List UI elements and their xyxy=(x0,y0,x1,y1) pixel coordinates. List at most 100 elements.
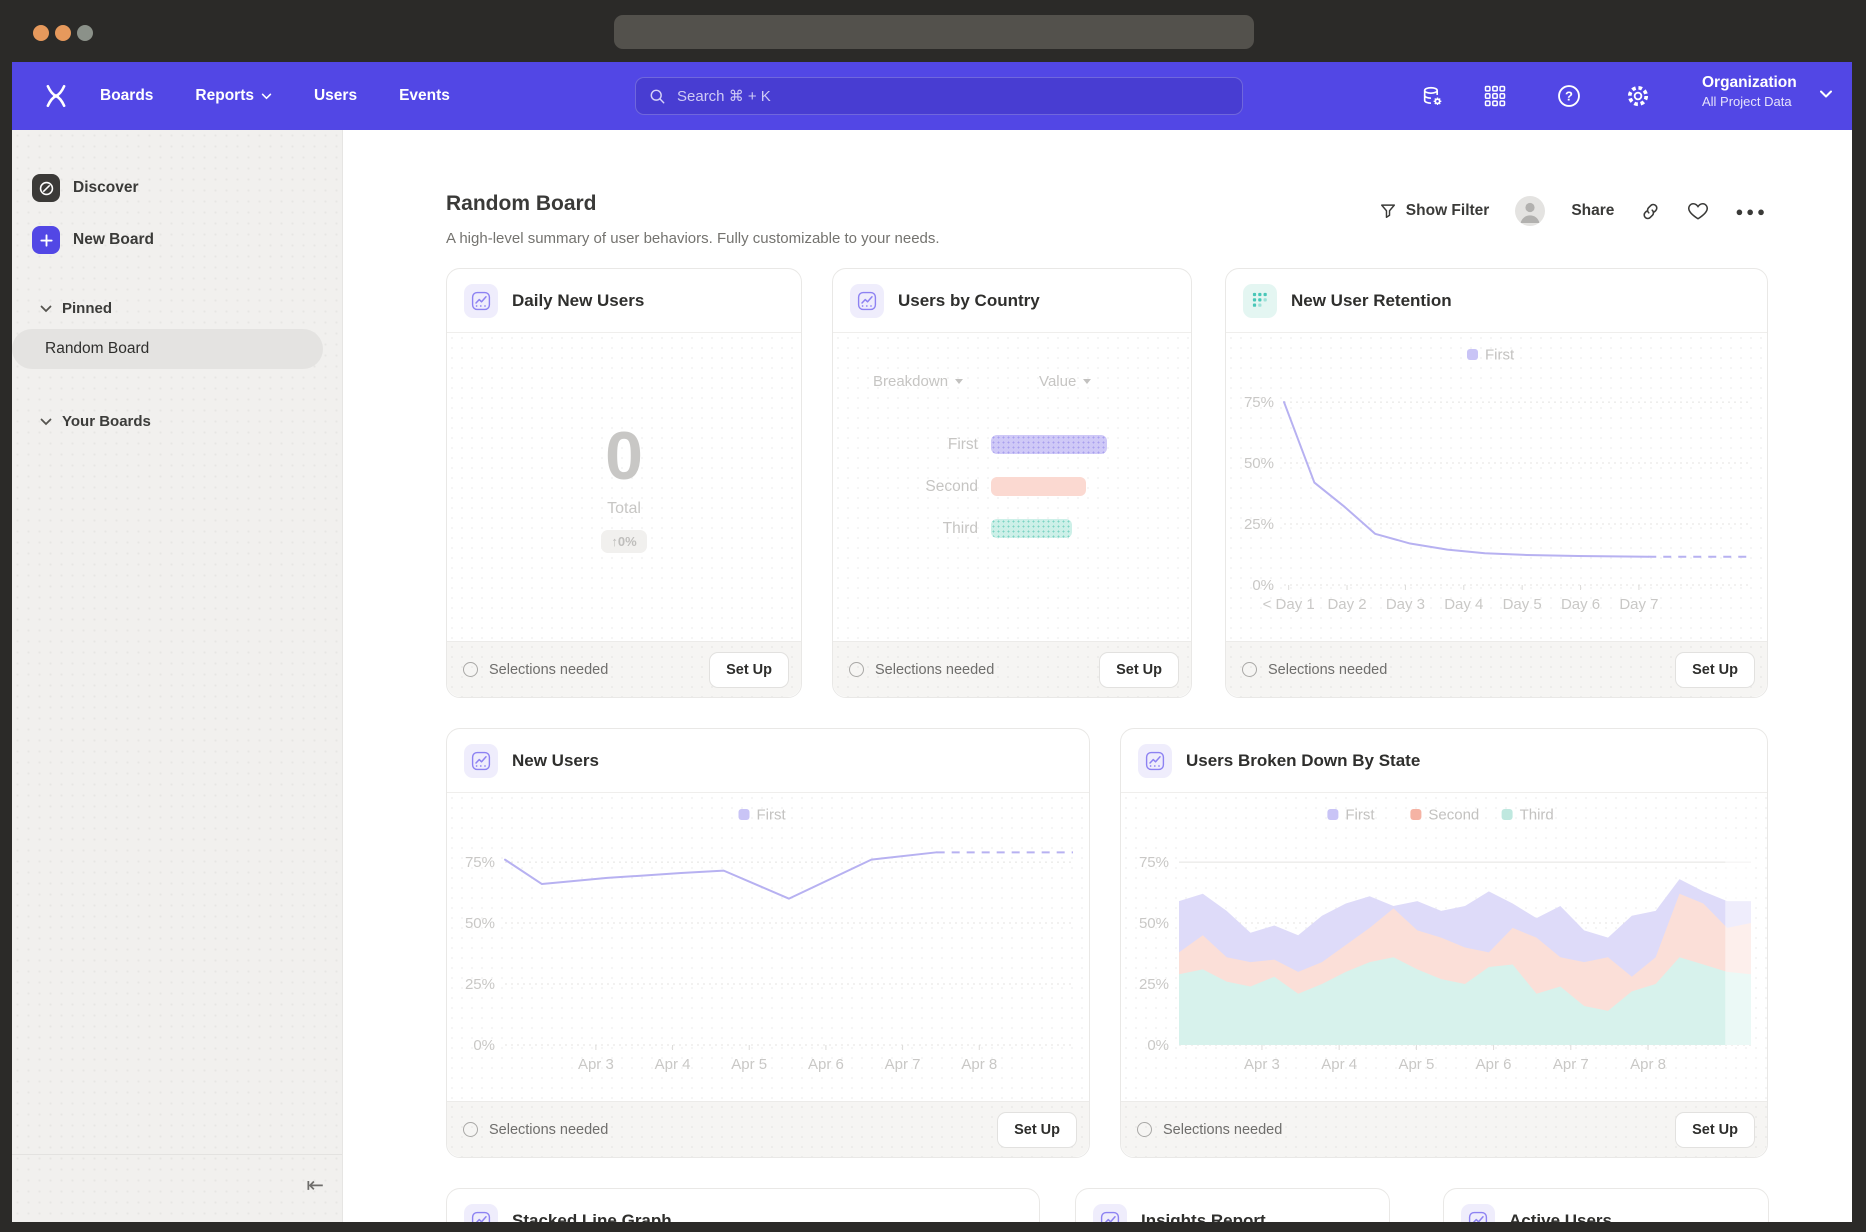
traffic-light-close-button[interactable] xyxy=(33,25,49,41)
titlebar xyxy=(0,0,1866,62)
card-title: New User Retention xyxy=(1291,291,1452,311)
svg-text:Apr 5: Apr 5 xyxy=(1398,1056,1434,1073)
nav-item-boards[interactable]: Boards xyxy=(100,87,153,105)
insights-chart-icon xyxy=(1093,1204,1127,1222)
svg-text:50%: 50% xyxy=(1244,455,1274,472)
search-icon xyxy=(649,88,666,105)
chevron-down-icon xyxy=(261,93,272,100)
chevron-down-icon xyxy=(40,418,52,426)
status-text: Selections needed xyxy=(489,1122,986,1138)
sidebar-section-pinned[interactable]: Pinned xyxy=(40,300,112,317)
card-title: Users Broken Down By State xyxy=(1186,751,1420,771)
card-title: Users by Country xyxy=(898,291,1040,311)
show-filter-button[interactable]: Show Filter xyxy=(1379,202,1490,220)
card-insights-report: Insights Report xyxy=(1075,1188,1390,1222)
traffic-light-zoom-button[interactable] xyxy=(77,25,93,41)
copy-link-icon[interactable] xyxy=(1640,201,1661,222)
card-title: Daily New Users xyxy=(512,291,644,311)
card-title: Active Users xyxy=(1509,1211,1612,1222)
search-input[interactable] xyxy=(675,87,1229,106)
discover-icon xyxy=(32,174,60,202)
status-circle-icon xyxy=(849,662,864,677)
search-box[interactable] xyxy=(635,77,1243,115)
svg-text:25%: 25% xyxy=(465,976,495,993)
set-up-button[interactable]: Set Up xyxy=(1675,652,1755,688)
data-management-icon[interactable] xyxy=(1419,83,1445,109)
nav-item-events[interactable]: Events xyxy=(399,87,450,105)
sidebar-item-discover[interactable]: Discover xyxy=(32,174,138,202)
board-controls: Show Filter Share ●●● xyxy=(1379,196,1768,226)
set-up-button[interactable]: Set Up xyxy=(1675,1112,1755,1148)
set-up-button[interactable]: Set Up xyxy=(997,1112,1077,1148)
card-body: 0%25%50%75%Apr 3Apr 4Apr 5Apr 6Apr 7Apr … xyxy=(447,793,1089,1101)
card-new-users: New Users 0%25%50%75%Apr 3Apr 4Apr 5Apr … xyxy=(446,728,1090,1158)
status-circle-icon xyxy=(1242,662,1257,677)
caret-down-icon xyxy=(1083,379,1091,384)
metric-label: Total xyxy=(607,500,641,518)
card-body: 0%25%50%75%< Day 1Day 2Day 3Day 4Day 5Da… xyxy=(1226,333,1767,641)
url-bar[interactable] xyxy=(614,15,1254,49)
svg-text:First: First xyxy=(1485,347,1515,364)
more-options-icon[interactable]: ●●● xyxy=(1735,204,1768,219)
svg-text:< Day 1: < Day 1 xyxy=(1263,596,1315,613)
traffic-light-minimize-button[interactable] xyxy=(55,25,71,41)
bar-row: Second xyxy=(833,477,1191,496)
nav-item-reports[interactable]: Reports xyxy=(195,87,272,105)
collapse-sidebar-icon[interactable]: ⇤ xyxy=(306,1175,324,1196)
top-nav: Boards Reports Users Events xyxy=(12,62,1852,130)
svg-text:Apr 7: Apr 7 xyxy=(1553,1056,1589,1073)
breakdown-dropdown[interactable]: Breakdown xyxy=(873,373,963,390)
svg-text:Apr 4: Apr 4 xyxy=(1321,1056,1357,1073)
value-dropdown[interactable]: Value xyxy=(1039,373,1091,390)
window-frame: Boards Reports Users Events xyxy=(0,0,1866,1232)
share-button[interactable]: Share xyxy=(1571,202,1614,220)
status-text: Selections needed xyxy=(1268,662,1664,678)
org-switcher[interactable]: Organization All Project Data xyxy=(1702,73,1797,110)
filter-funnel-icon xyxy=(1379,202,1397,220)
svg-text:Apr 7: Apr 7 xyxy=(885,1056,921,1073)
card-active-users: Active Users xyxy=(1443,1188,1769,1222)
svg-text:25%: 25% xyxy=(1139,976,1169,993)
sidebar: Discover New Board Pinned Random Board Y… xyxy=(12,130,343,1222)
card-footer: Selections needed Set Up xyxy=(1226,641,1767,697)
sidebar-section-your-boards[interactable]: Your Boards xyxy=(40,413,151,430)
svg-text:Day 5: Day 5 xyxy=(1503,596,1542,613)
sidebar-item-new-board[interactable]: New Board xyxy=(32,226,154,254)
status-text: Selections needed xyxy=(489,662,698,678)
svg-text:Apr 3: Apr 3 xyxy=(578,1056,614,1073)
favorite-heart-icon[interactable] xyxy=(1687,201,1709,221)
card-title: Insights Report xyxy=(1141,1211,1266,1222)
stacked-area-chart: 0%25%50%75%Apr 3Apr 4Apr 5Apr 6Apr 7Apr … xyxy=(1121,793,1767,1101)
set-up-button[interactable]: Set Up xyxy=(1099,652,1179,688)
svg-text:75%: 75% xyxy=(1139,854,1169,871)
bar xyxy=(991,477,1086,496)
set-up-button[interactable]: Set Up xyxy=(709,652,789,688)
bar-label: Second xyxy=(833,478,991,496)
help-icon[interactable]: ? xyxy=(1556,83,1582,109)
nav-item-users[interactable]: Users xyxy=(314,87,357,105)
bar-row: First xyxy=(833,435,1191,454)
svg-text:Apr 6: Apr 6 xyxy=(1476,1056,1512,1073)
card-body: 0 Total ↑0% xyxy=(447,333,801,641)
apps-grid-icon[interactable] xyxy=(1482,83,1508,109)
metric-delta-badge: ↑0% xyxy=(601,530,646,553)
org-caret-icon[interactable] xyxy=(1820,90,1832,98)
avatar[interactable] xyxy=(1515,196,1545,226)
bar-label: Third xyxy=(833,520,991,538)
insights-chart-icon xyxy=(464,1204,498,1222)
status-circle-icon xyxy=(463,1122,478,1137)
sidebar-item-random-board[interactable]: Random Board xyxy=(12,329,323,369)
org-name: Organization xyxy=(1702,73,1797,93)
card-body: 0%25%50%75%Apr 3Apr 4Apr 5Apr 6Apr 7Apr … xyxy=(1121,793,1767,1101)
chevron-down-icon xyxy=(40,305,52,313)
svg-text:0%: 0% xyxy=(473,1037,495,1054)
svg-text:Day 6: Day 6 xyxy=(1561,596,1600,613)
svg-text:Apr 4: Apr 4 xyxy=(655,1056,691,1073)
bar-rows: First Second Third xyxy=(833,435,1191,538)
svg-text:?: ? xyxy=(1565,89,1573,104)
sidebar-footer: ⇤ xyxy=(12,1154,342,1222)
settings-gear-icon[interactable] xyxy=(1625,83,1651,109)
svg-text:First: First xyxy=(757,807,787,824)
mixpanel-logo-icon[interactable] xyxy=(40,80,72,112)
svg-text:Day 7: Day 7 xyxy=(1619,596,1658,613)
